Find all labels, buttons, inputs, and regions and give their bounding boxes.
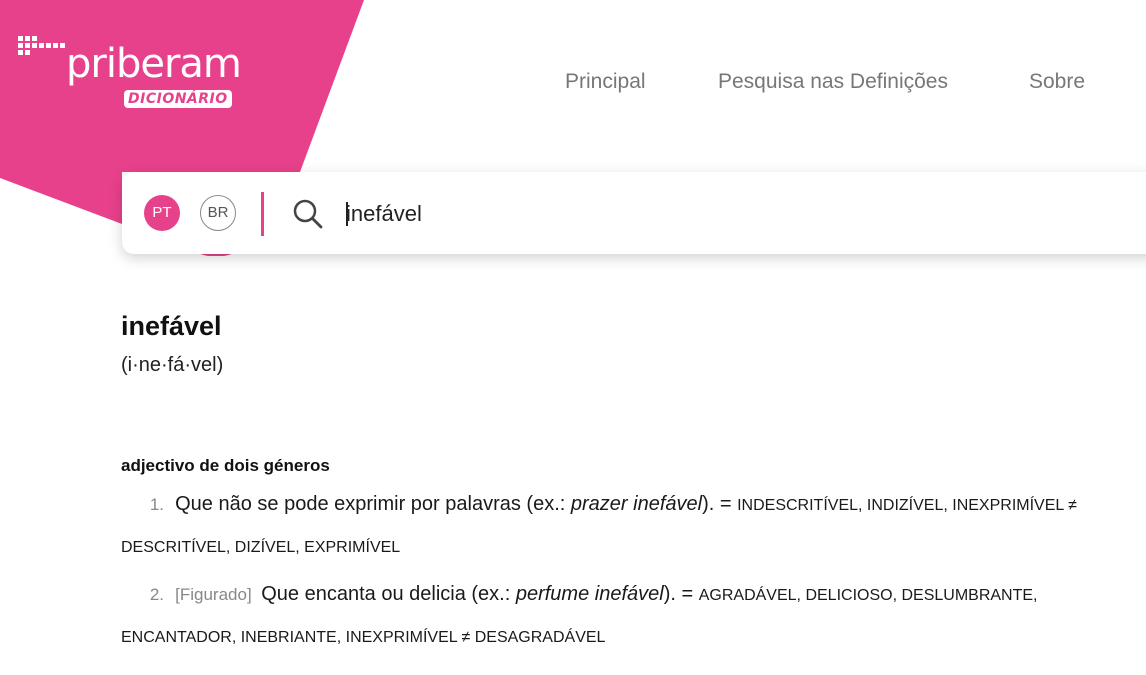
definition-text: Que encanta ou delicia (ex.: [261, 583, 516, 605]
definition-example[interactable]: prazer inefável [571, 493, 702, 515]
logo-dots-icon [18, 36, 65, 55]
dictionary-entry: inefável (i·ne·fá·vel) adjectivo de dois… [121, 308, 1146, 646]
definition-number: 2. [149, 585, 164, 604]
part-of-speech: adjectivo de dois géneros [121, 456, 330, 475]
logo-wordmark: priberam [66, 41, 242, 87]
definition-tag: [Figurado] [175, 585, 252, 604]
entry-syllables: (i·ne·fá·vel) [121, 354, 224, 376]
nav-pesquisa-definicoes[interactable]: Pesquisa nas Definições [718, 68, 948, 96]
nav-principal[interactable]: Principal [565, 68, 646, 96]
lang-pt-button[interactable]: PT [144, 195, 180, 231]
definition-after: ). = [663, 583, 699, 605]
definition-2: 2. [Figurado] Que encanta ou delicia (ex… [121, 574, 1146, 658]
entry-headword: inefável [121, 311, 222, 341]
definition-after: ). = [702, 493, 738, 515]
search-icon[interactable] [292, 198, 324, 230]
lang-br-button[interactable]: BR [200, 195, 236, 231]
definition-number: 1. [149, 495, 164, 514]
text-caret [346, 202, 348, 226]
search-bar: PT BR [122, 172, 1146, 254]
nav-sobre[interactable]: Sobre [1029, 68, 1085, 96]
logo-subtitle: DICIONÁRIO [124, 90, 232, 108]
definition-text: Que não se pode exprimir por palavras (e… [175, 493, 571, 515]
priberam-logo[interactable]: priberam DICIONÁRIO [18, 32, 258, 116]
search-input[interactable] [346, 196, 946, 232]
definition-example[interactable]: perfume inefável [516, 583, 664, 605]
definition-1: 1. Que não se pode exprimir por palavras… [121, 484, 1146, 568]
search-divider [261, 192, 264, 236]
